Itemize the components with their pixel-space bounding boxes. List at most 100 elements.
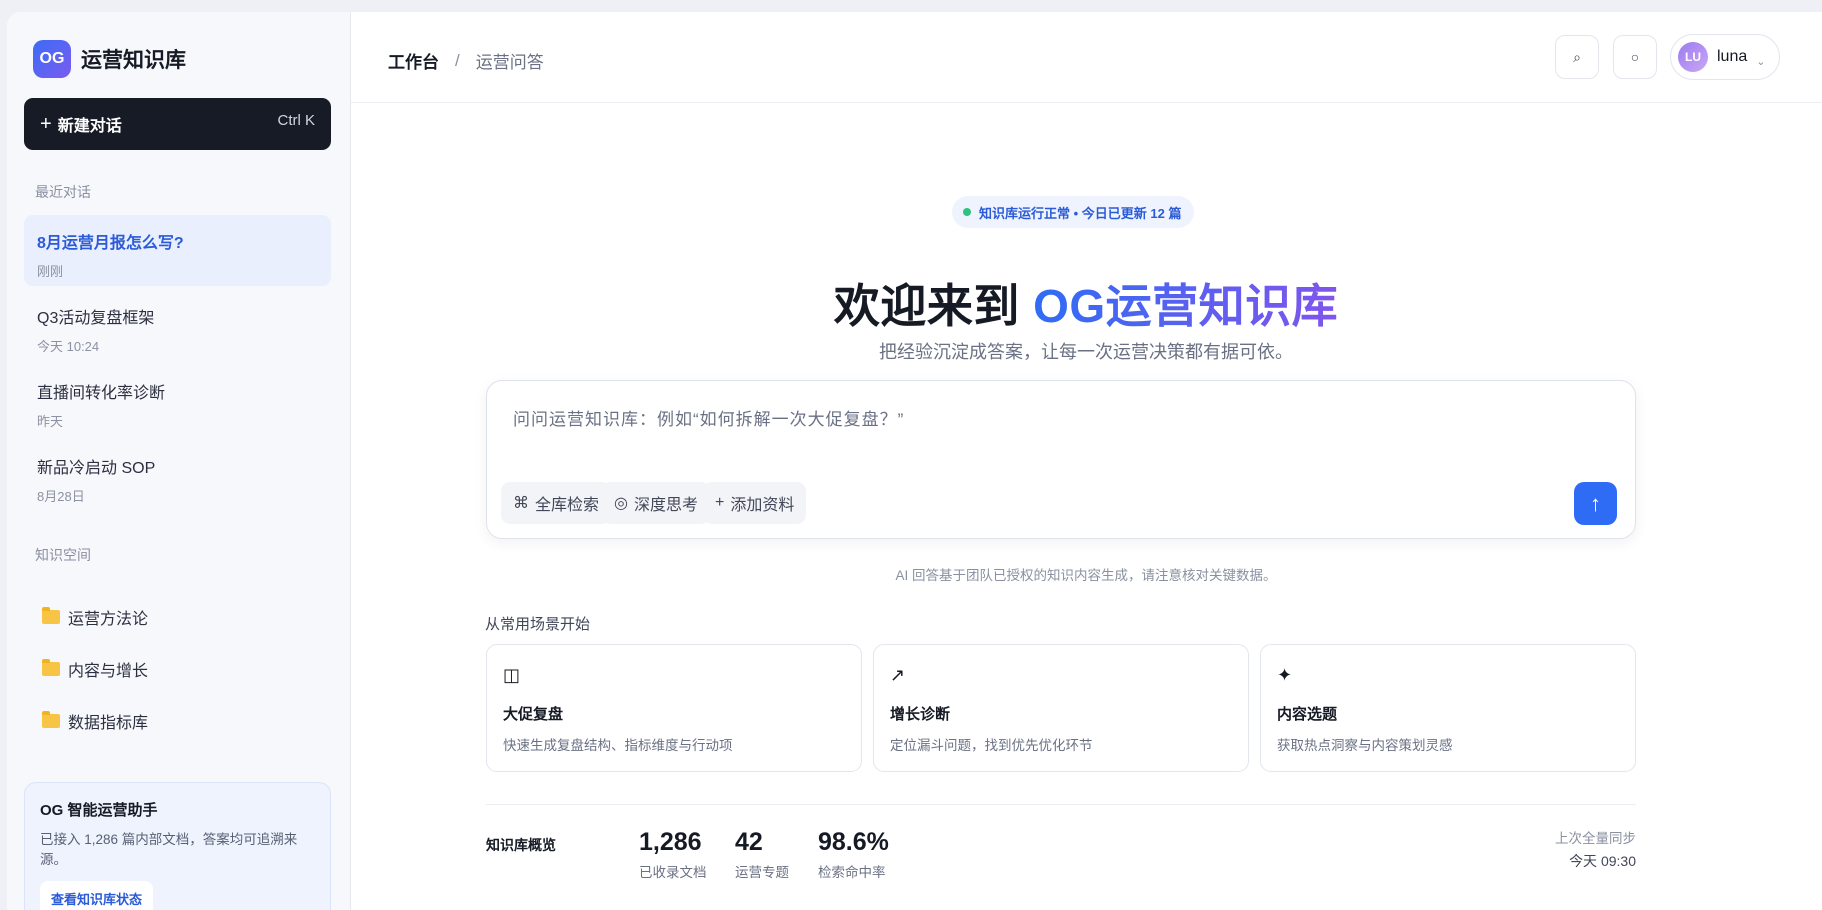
chevron-down-icon: ⌄ <box>1756 55 1766 68</box>
conversation-title: 新品冷启动 SOP <box>37 460 156 477</box>
stat-value: 98.6% <box>818 828 889 856</box>
conversation-title: 8月运营月报怎么写? <box>37 235 184 252</box>
scenario-desc: 定位漏斗问题，找到优先优化环节 <box>890 738 1093 753</box>
send-button[interactable]: ↑ <box>1574 482 1617 525</box>
scenario-cards: ◫ 大促复盘 快速生成复盘结构、指标维度与行动项 ↗ 增长诊断 定位漏斗问题，找… <box>486 644 1636 772</box>
brand-name: 运营知识库 <box>81 49 186 72</box>
space-item-methodology[interactable]: 运营方法论 <box>24 591 331 643</box>
theme-icon: ○ <box>1630 49 1640 65</box>
breadcrumb-separator: / <box>455 50 460 70</box>
user-menu[interactable]: LU luna ⌄ <box>1670 34 1780 80</box>
stat-documents: 1,286 已收录文档 <box>639 828 707 881</box>
chip-full-search[interactable]: ⌘ 全库检索 <box>501 482 612 524</box>
assistant-desc: 已接入 1,286 篇内部文档，答案均可追溯来源。 <box>40 832 298 867</box>
question-input[interactable]: 问问运营知识库：例如“如何拆解一次大促复盘？” <box>513 405 904 430</box>
sparkle-icon: ✦ <box>1277 665 1293 685</box>
assistant-card: OG 智能运营助手 已接入 1,286 篇内部文档，答案均可追溯来源。 查看知识… <box>24 782 331 910</box>
divider <box>486 804 1636 805</box>
folder-icon <box>42 607 60 624</box>
user-name: luna <box>1717 48 1748 65</box>
shortcut-hint: Ctrl K <box>277 111 316 129</box>
recent-section-title: 最近对话 <box>35 184 91 200</box>
chip-label: 全库检索 <box>535 497 600 514</box>
view-status-button[interactable]: 查看知识库状态 <box>40 881 154 910</box>
space-name: 数据指标库 <box>68 715 149 732</box>
scenario-desc: 获取热点洞察与内容策划灵感 <box>1277 738 1453 753</box>
hero-prefix: 欢迎来到 <box>833 280 1034 332</box>
folder-icon <box>42 711 60 728</box>
main-content: 工作台 / 运营问答 ⌕ ○ LU luna ⌄ 知识库运行正常 • 今日已更新… <box>351 12 1822 910</box>
conversation-time: 刚刚 <box>37 264 64 279</box>
page-subtitle: 把经验沉淀成答案，让每一次运营决策都有据可依。 <box>879 342 1293 362</box>
new-chat-button[interactable]: + 新建对话 Ctrl K <box>24 98 331 150</box>
stat-value: 1,286 <box>639 828 702 856</box>
stat-label: 已收录文档 <box>639 865 707 880</box>
layout-icon: ◫ <box>503 665 521 685</box>
conversation-list: 8月运营月报怎么写? 刚刚 Q3活动复盘框架 今天 10:24 直播间转化率诊断… <box>24 215 331 515</box>
ai-disclaimer: AI 回答基于团队已授权的知识内容生成，请注意核对关键数据。 <box>895 568 1277 583</box>
sync-time: 今天 09:30 <box>1569 853 1636 869</box>
avatar: LU <box>1678 42 1708 72</box>
trend-up-icon: ↗ <box>890 665 906 685</box>
plus-icon: + <box>40 113 52 135</box>
hero-highlight: OG运营知识库 <box>1033 280 1339 332</box>
folder-icon <box>42 659 60 676</box>
chip-add-material[interactable]: + 添加资料 <box>703 482 807 524</box>
sync-label: 上次全量同步 <box>1555 831 1636 846</box>
brand-logo: OG <box>33 40 71 78</box>
search-button[interactable]: ⌕ <box>1555 35 1599 79</box>
knowledge-space-list: 运营方法论 内容与增长 数据指标库 <box>24 591 331 747</box>
scenario-desc: 快速生成复盘结构、指标维度与行动项 <box>503 738 733 753</box>
stat-value: 42 <box>735 828 763 856</box>
stat-topics: 42 运营专题 <box>735 828 789 881</box>
breadcrumb: 工作台 / 运营问答 <box>388 48 544 73</box>
app-window: OG 运营知识库 + 新建对话 Ctrl K 最近对话 8月运营月报怎么写? 刚… <box>7 12 1822 910</box>
arrow-up-icon: ↑ <box>1590 490 1601 516</box>
assistant-title: OG 智能运营助手 <box>40 802 158 819</box>
search-icon: ⌕ <box>1573 48 1581 65</box>
command-icon: ⌘ <box>513 495 529 512</box>
conversation-title: 直播间转化率诊断 <box>37 385 166 402</box>
stat-label: 检索命中率 <box>818 865 886 880</box>
space-item-content-growth[interactable]: 内容与增长 <box>24 643 331 695</box>
conversation-item[interactable]: 新品冷启动 SOP 8月28日 <box>24 440 331 511</box>
scenario-card-promo-review[interactable]: ◫ 大促复盘 快速生成复盘结构、指标维度与行动项 <box>486 644 862 772</box>
space-name: 内容与增长 <box>68 663 149 680</box>
sidebar: OG 运营知识库 + 新建对话 Ctrl K 最近对话 8月运营月报怎么写? 刚… <box>7 12 351 910</box>
scenario-title: 增长诊断 <box>890 706 951 723</box>
target-icon: ◎ <box>614 495 628 512</box>
space-item-metrics[interactable]: 数据指标库 <box>24 695 331 747</box>
page-title: 欢迎来到 OG运营知识库 <box>351 270 1821 336</box>
conversation-item[interactable]: Q3活动复盘框架 今天 10:24 <box>24 290 331 361</box>
plus-icon: + <box>715 494 725 511</box>
conversation-item[interactable]: 直播间转化率诊断 昨天 <box>24 365 331 436</box>
sync-info: 上次全量同步 今天 09:30 <box>1436 827 1636 871</box>
scenario-title: 大促复盘 <box>503 706 564 723</box>
stat-hit-rate: 98.6% 检索命中率 <box>818 828 889 881</box>
breadcrumb-current: 运营问答 <box>475 53 544 72</box>
conversation-item[interactable]: 8月运营月报怎么写? 刚刚 <box>24 215 331 286</box>
scenarios-title: 从常用场景开始 <box>485 616 591 633</box>
status-badge: 知识库运行正常 • 今日已更新 12 篇 <box>952 196 1195 228</box>
theme-toggle-button[interactable]: ○ <box>1613 35 1657 79</box>
chip-deep-thinking[interactable]: ◎ 深度思考 <box>602 482 710 524</box>
breadcrumb-root[interactable]: 工作台 <box>388 48 439 73</box>
stat-label: 运营专题 <box>735 865 789 880</box>
status-dot-icon <box>963 208 971 216</box>
topbar: 工作台 / 运营问答 ⌕ ○ LU luna ⌄ <box>351 12 1822 103</box>
new-chat-label: 新建对话 <box>57 118 122 135</box>
space-name: 运营方法论 <box>68 611 149 628</box>
status-text: 知识库运行正常 • 今日已更新 12 篇 <box>979 205 1182 221</box>
spaces-section-title: 知识空间 <box>35 547 91 563</box>
conversation-time: 今天 10:24 <box>37 339 100 354</box>
conversation-time: 昨天 <box>37 414 64 429</box>
scenario-title: 内容选题 <box>1277 706 1338 723</box>
scenario-card-content[interactable]: ✦ 内容选题 获取热点洞察与内容策划灵感 <box>1260 644 1636 772</box>
scenario-card-growth[interactable]: ↗ 增长诊断 定位漏斗问题，找到优先优化环节 <box>873 644 1249 772</box>
conversation-time: 8月28日 <box>37 489 85 504</box>
question-composer[interactable]: 问问运营知识库：例如“如何拆解一次大促复盘？” ⌘ 全库检索 ◎ 深度思考 + … <box>486 380 1636 539</box>
chip-label: 深度思考 <box>633 497 698 514</box>
overview-label: 知识库概览 <box>486 837 556 853</box>
conversation-title: Q3活动复盘框架 <box>37 310 155 327</box>
brand[interactable]: OG 运营知识库 <box>33 40 186 78</box>
